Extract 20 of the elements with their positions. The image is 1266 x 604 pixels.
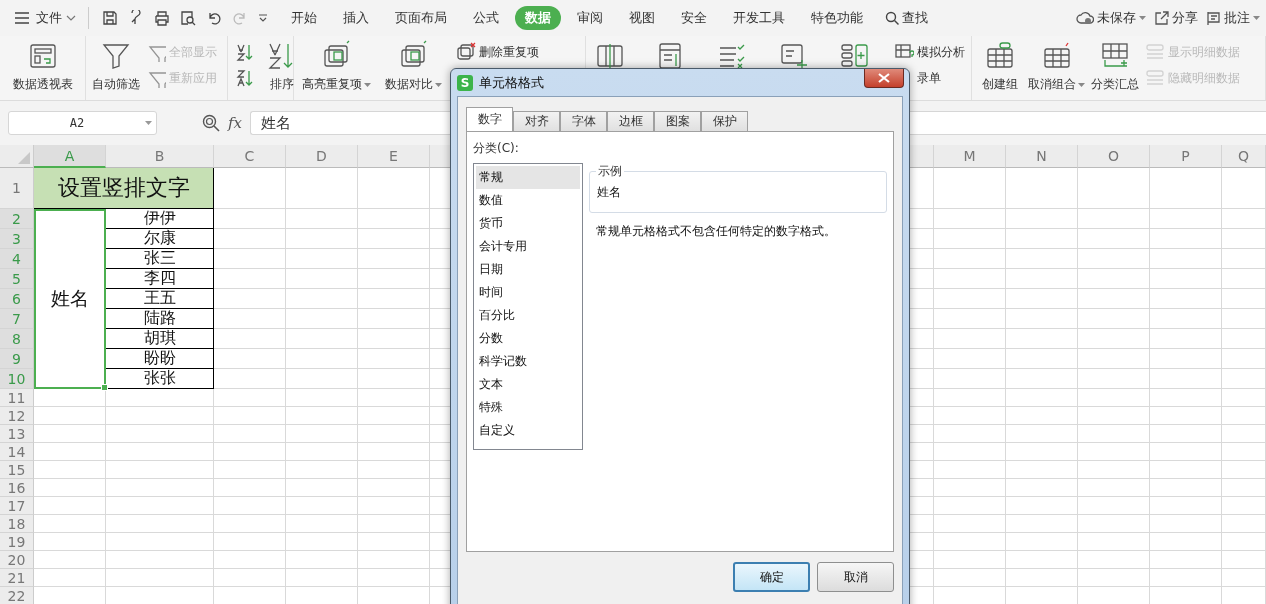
- app-icon: S: [457, 74, 473, 91]
- category-label: 分类(C):: [473, 140, 520, 157]
- table-cell: 李四: [106, 269, 214, 289]
- button-label: 未保存: [1097, 9, 1136, 27]
- table-cell: 盼盼: [106, 349, 214, 369]
- title-cell: 设置竖排文字: [34, 168, 214, 209]
- table-cell: 张张: [106, 369, 214, 389]
- button-label: 批注: [1224, 9, 1250, 27]
- search-label: 查找: [902, 9, 928, 27]
- dialog-title: 单元格格式: [479, 73, 544, 92]
- format-description: 常规单元格格式不包含任何特定的数字格式。: [596, 223, 837, 240]
- table-cell: 陆路: [106, 309, 214, 329]
- sample-value: 姓名: [597, 183, 621, 201]
- sample-legend: 示例: [596, 163, 624, 180]
- table-cell: 王五: [106, 289, 214, 309]
- button-label: 分享: [1172, 9, 1198, 27]
- table-cell: 尔康: [106, 229, 214, 249]
- table-cell: 张三: [106, 249, 214, 269]
- table-cell: 胡琪: [106, 329, 214, 349]
- table-cell: 伊伊: [106, 209, 214, 229]
